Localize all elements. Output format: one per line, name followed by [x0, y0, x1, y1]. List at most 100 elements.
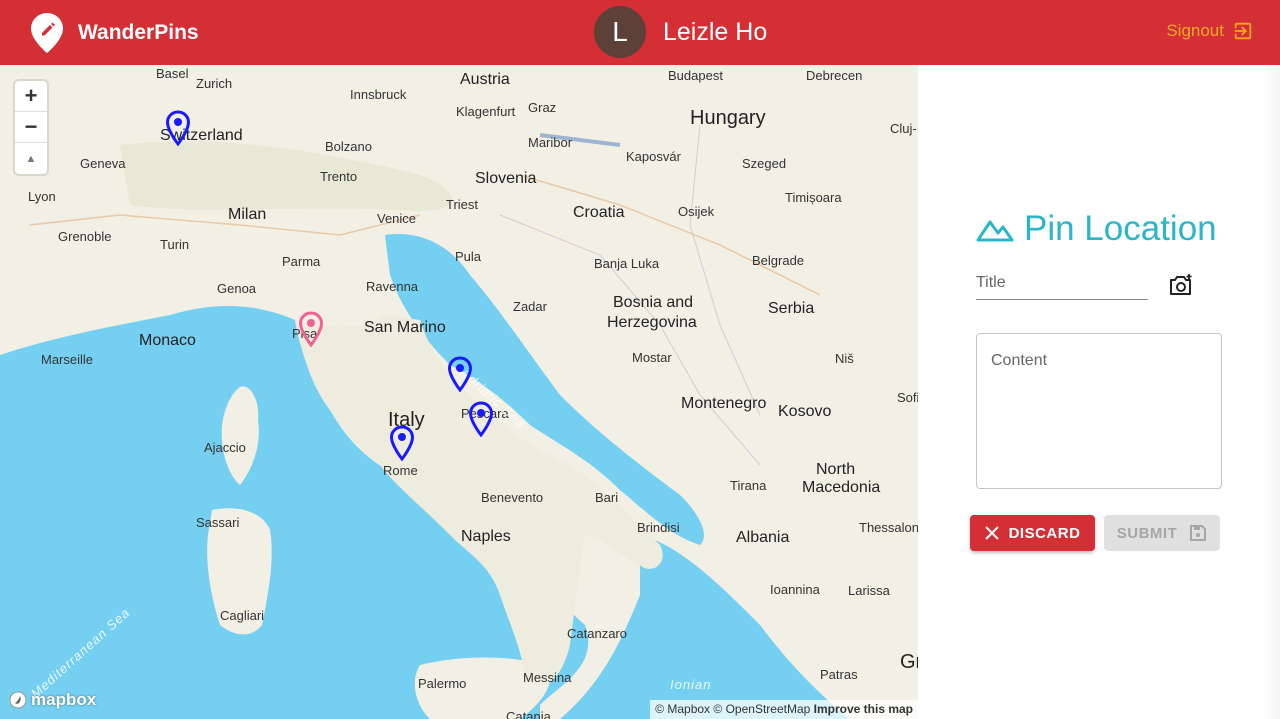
map-label: Osijek [678, 204, 715, 219]
content-textarea[interactable] [977, 334, 1221, 488]
map-label: Palermo [418, 676, 467, 691]
attribution-osm-link[interactable]: © OpenStreetMap [713, 702, 810, 716]
map-label: Mostar [632, 350, 672, 365]
map-label: Kaposvár [626, 149, 681, 164]
map-label: Lyon [28, 189, 56, 204]
map-label: Montenegro [681, 395, 767, 412]
map-label: Zadar [513, 299, 547, 314]
map-label: Bari [595, 490, 619, 505]
add-photo-icon[interactable] [1168, 273, 1194, 297]
submit-label: SUBMIT [1116, 524, 1178, 542]
pin-logo-icon [31, 13, 63, 53]
map-label: Zurich [196, 76, 233, 91]
user-info: L Leizle Ho [594, 6, 767, 58]
map-label: Grenoble [58, 229, 112, 244]
map-label: Timișoara [785, 190, 842, 205]
map-label: Herzegovina [607, 314, 697, 331]
map-label: Slovenia [475, 170, 537, 187]
pin-location-heading: Pin Location [976, 209, 1217, 249]
discard-label: DISCARD [1008, 524, 1081, 542]
map-label: Catanzaro [567, 626, 627, 641]
close-icon [984, 526, 999, 540]
map-label: Sassari [196, 515, 240, 530]
map-label: Pula [455, 249, 482, 264]
map-label: Graz [528, 100, 557, 115]
map-label: Ravenna [366, 279, 419, 294]
signout-label: Signout [1166, 21, 1224, 40]
map-label: Basel [156, 66, 189, 81]
map-label: Innsbruck [350, 87, 407, 102]
map-label: Kosovo [778, 403, 832, 420]
pin-marker-icon[interactable] [447, 356, 473, 392]
map-label: Naples [461, 528, 511, 545]
new-pin-marker-icon[interactable] [298, 311, 324, 347]
map-label: Patras [820, 667, 858, 682]
pin-marker-icon[interactable] [389, 425, 415, 461]
save-icon [1190, 525, 1207, 541]
zoom-in-button[interactable]: + [15, 81, 47, 112]
map-label: Parma [282, 254, 321, 269]
map-label: Bolzano [325, 139, 372, 154]
map-label: Benevento [481, 490, 544, 505]
map-label: Ionian [670, 677, 712, 692]
exit-icon [1234, 22, 1252, 40]
mapbox-logo-icon [9, 691, 27, 709]
mapbox-logo-text: mapbox [31, 690, 97, 709]
map-label: Bosnia and [613, 294, 694, 311]
landscape-icon [976, 220, 1014, 242]
panel-shadow [1260, 65, 1280, 719]
improve-map-link[interactable]: Improve this map [814, 702, 913, 716]
map-label: Albania [736, 529, 790, 546]
map-label: Klagenfurt [456, 104, 516, 119]
map-label: Turin [160, 237, 190, 252]
map-label: Szeged [742, 156, 787, 171]
zoom-control: + − ▲ [15, 81, 47, 174]
map-label: Brindisi [637, 520, 680, 535]
map-label: Cluj- [890, 121, 917, 136]
map-label: Monaco [139, 332, 196, 349]
map-canvas[interactable]: + − ▲ Basel Zurich Austria Innsbruck Bud… [0, 65, 918, 719]
map-label: Croatia [573, 204, 625, 221]
attribution-mapbox-link[interactable]: © Mapbox [655, 702, 710, 716]
discard-button[interactable]: DISCARD [970, 515, 1095, 551]
compass-button[interactable]: ▲ [15, 143, 47, 174]
title-field [976, 270, 1148, 300]
brand[interactable]: WanderPins [30, 12, 199, 54]
panel-title: Pin Location [1024, 209, 1217, 248]
map-label: Macedonia [802, 479, 881, 496]
map-label: North [816, 461, 856, 478]
compass-icon: ▲ [25, 152, 37, 165]
zoom-out-button[interactable]: − [15, 112, 47, 143]
map-label: Niš [835, 351, 854, 366]
pin-form-panel: Pin Location DISCARD SUBMIT [918, 65, 1280, 719]
map-label: Budapest [668, 68, 723, 83]
app-header: WanderPins L Leizle Ho Signout [0, 0, 1280, 65]
map-label: Gr [900, 651, 918, 673]
map-attribution: © Mapbox © OpenStreetMap Improve this ma… [650, 700, 918, 719]
map-label: Triest [446, 197, 479, 212]
map-label: Serbia [768, 300, 815, 317]
map-label: Larissa [848, 583, 890, 598]
map-label: Hungary [690, 107, 766, 129]
map-label: Ajaccio [204, 440, 246, 455]
map-label: Banja Luka [594, 256, 660, 271]
map-label: San Marino [364, 319, 446, 336]
map-label: Milan [228, 206, 267, 223]
mapbox-logo[interactable]: mapbox [8, 690, 96, 710]
pin-marker-icon[interactable] [165, 110, 191, 146]
user-name: Leizle Ho [663, 17, 768, 46]
signout-button[interactable]: Signout [1166, 20, 1254, 42]
map-label: Tirana [730, 478, 767, 493]
map-label: Catania [506, 709, 551, 719]
map-label: Venice [377, 211, 417, 226]
pin-marker-icon[interactable] [468, 401, 494, 437]
map-label: Trento [320, 169, 358, 184]
map-label: Genoa [217, 281, 257, 296]
map-label: Sofi [897, 390, 918, 405]
submit-button[interactable]: SUBMIT [1104, 515, 1220, 551]
map-label: Rome [383, 463, 418, 478]
avatar[interactable]: L [594, 6, 646, 58]
title-input[interactable] [976, 270, 1148, 292]
map-label: Thessaloniki [859, 520, 918, 535]
app-name: WanderPins [78, 21, 199, 44]
